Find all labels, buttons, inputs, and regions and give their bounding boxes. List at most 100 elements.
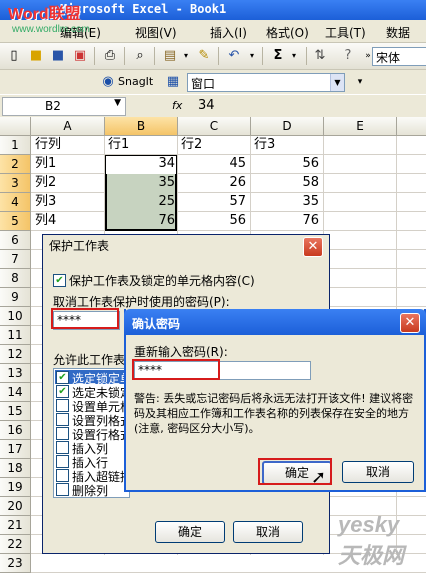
column-header-e[interactable]: E — [324, 117, 397, 136]
chevron-down-icon[interactable]: ▾ — [244, 48, 260, 64]
paste-icon[interactable]: ▤ — [162, 48, 178, 64]
cell-c3[interactable]: 26 — [178, 174, 246, 192]
row-header[interactable]: 16 — [0, 421, 31, 440]
permission-checkbox[interactable] — [56, 455, 69, 468]
save-icon[interactable]: ■ — [50, 48, 66, 64]
cell-c4[interactable]: 57 — [178, 193, 246, 211]
protect-checkbox[interactable]: ✔ — [53, 274, 66, 287]
protect-checkbox-label: 保护工作表及锁定的单元格内容(C) — [69, 274, 255, 288]
print-icon[interactable]: ⎙ — [102, 48, 118, 64]
cancel-button[interactable]: 取消 — [233, 521, 303, 543]
cell-b2[interactable]: 34 — [105, 155, 175, 173]
name-box[interactable]: B2 ▼ — [2, 97, 126, 116]
format-painter-icon[interactable]: ✎ — [196, 48, 212, 64]
cell-b5[interactable]: 76 — [105, 212, 175, 230]
confirm-password-highlight — [132, 359, 220, 380]
column-header-b[interactable]: B — [105, 117, 178, 136]
undo-icon[interactable]: ↶ — [226, 48, 242, 64]
confirm-cancel-button[interactable]: 取消 — [342, 461, 414, 483]
ok-button[interactable]: 确定 — [155, 521, 225, 543]
row-header[interactable]: 4 — [0, 193, 31, 212]
row-header[interactable]: 17 — [0, 440, 31, 459]
formula-value[interactable]: 34 — [198, 98, 215, 113]
close-icon[interactable]: ✕ — [400, 313, 420, 333]
menu-format[interactable]: 格式(O) — [266, 24, 309, 41]
permission-checkbox[interactable] — [56, 469, 69, 482]
menu-insert[interactable]: 插入(I) — [210, 24, 247, 41]
cell-b3[interactable]: 35 — [105, 174, 175, 192]
row-header[interactable]: 11 — [0, 326, 31, 345]
column-header-f[interactable] — [397, 117, 426, 136]
row-header[interactable]: 3 — [0, 174, 31, 193]
cell-c5[interactable]: 56 — [178, 212, 246, 230]
font-name-combo[interactable]: 宋体 — [372, 47, 426, 66]
chevron-down-icon[interactable]: ▼ — [330, 74, 344, 91]
snagit-button[interactable]: SnagIt — [118, 75, 153, 88]
row-header[interactable]: 6 — [0, 231, 31, 250]
row-header[interactable]: 1 — [0, 136, 31, 155]
cell-c2[interactable]: 45 — [178, 155, 246, 173]
row-header[interactable]: 9 — [0, 288, 31, 307]
select-all-corner[interactable] — [0, 117, 31, 136]
cell-a2[interactable]: 列1 — [35, 155, 56, 173]
cell-d4[interactable]: 35 — [251, 193, 319, 211]
close-icon[interactable]: ✕ — [303, 237, 323, 257]
function-icon[interactable]: fx — [172, 99, 182, 112]
permission-checkbox[interactable] — [56, 427, 69, 440]
permission-checkbox[interactable] — [56, 441, 69, 454]
row-header[interactable]: 14 — [0, 383, 31, 402]
open-folder-icon[interactable]: ■ — [28, 48, 44, 64]
row-header[interactable]: 23 — [0, 554, 31, 573]
cell-a5[interactable]: 列4 — [35, 212, 56, 230]
print-preview-icon[interactable]: ⌕ — [132, 48, 148, 64]
cell-a1[interactable]: 行列 — [35, 136, 61, 154]
permissions-list[interactable]: ✔选定锁定单元格✔选定未锁定的单元格设置单元格格式设置列格式设置行格式插入列插入… — [53, 368, 130, 498]
row-header[interactable]: 10 — [0, 307, 31, 326]
row-header[interactable]: 2 — [0, 155, 31, 174]
cell-a4[interactable]: 列3 — [35, 193, 56, 211]
permission-checkbox[interactable] — [56, 483, 69, 496]
menu-data[interactable]: 数据 — [386, 24, 410, 41]
row-header[interactable]: 13 — [0, 364, 31, 383]
row-header[interactable]: 18 — [0, 459, 31, 478]
cell-c1[interactable]: 行2 — [181, 136, 202, 154]
toolbar-options-icon[interactable]: ▾ — [352, 74, 368, 90]
confirm-password-dialog: 确认密码 ✕ 重新输入密码(R): **** 警告: 丢失或忘记密码后将永远无法… — [124, 309, 426, 492]
row-header[interactable]: 12 — [0, 345, 31, 364]
permission-checkbox[interactable] — [56, 399, 69, 412]
row-header[interactable]: 7 — [0, 250, 31, 269]
capture-settings-icon[interactable]: ▦ — [165, 74, 181, 90]
autosum-icon[interactable]: Σ — [270, 48, 286, 64]
cell-d2[interactable]: 56 — [251, 155, 319, 173]
cell-d1[interactable]: 行3 — [254, 136, 275, 154]
chevron-down-icon[interactable]: ▾ — [286, 48, 302, 64]
column-header-a[interactable]: A — [31, 117, 105, 136]
help-icon[interactable]: ? — [340, 48, 356, 64]
row-header[interactable]: 19 — [0, 478, 31, 497]
row-header[interactable]: 22 — [0, 535, 31, 554]
cell-b1[interactable]: 行1 — [108, 136, 129, 154]
column-header-d[interactable]: D — [251, 117, 324, 136]
capture-mode-combo[interactable]: 窗口 ▼ — [187, 73, 345, 92]
cell-d3[interactable]: 58 — [251, 174, 319, 192]
menu-tools[interactable]: 工具(T) — [325, 24, 366, 41]
row-header[interactable]: 5 — [0, 212, 31, 231]
permission-checkbox[interactable]: ✔ — [56, 385, 69, 398]
chevron-down-icon[interactable]: ▼ — [114, 98, 121, 108]
cell-d5[interactable]: 76 — [251, 212, 319, 230]
permission-icon[interactable]: ▣ — [72, 48, 88, 64]
column-header-c[interactable]: C — [178, 117, 251, 136]
permission-checkbox[interactable]: ✔ — [56, 371, 69, 384]
permission-checkbox[interactable] — [56, 413, 69, 426]
cell-b4[interactable]: 25 — [105, 193, 175, 211]
row-header[interactable]: 8 — [0, 269, 31, 288]
menu-view[interactable]: 视图(V) — [135, 24, 177, 41]
cell-a3[interactable]: 列2 — [35, 174, 56, 192]
chevron-down-icon[interactable]: ▾ — [178, 48, 194, 64]
new-document-icon[interactable]: ▯ — [6, 48, 22, 64]
row-header[interactable]: 20 — [0, 497, 31, 516]
row-header[interactable]: 15 — [0, 402, 31, 421]
sort-ascending-icon[interactable]: ⇅ — [312, 48, 328, 64]
snagit-icon[interactable]: ◉ — [100, 74, 116, 90]
row-header[interactable]: 21 — [0, 516, 31, 535]
